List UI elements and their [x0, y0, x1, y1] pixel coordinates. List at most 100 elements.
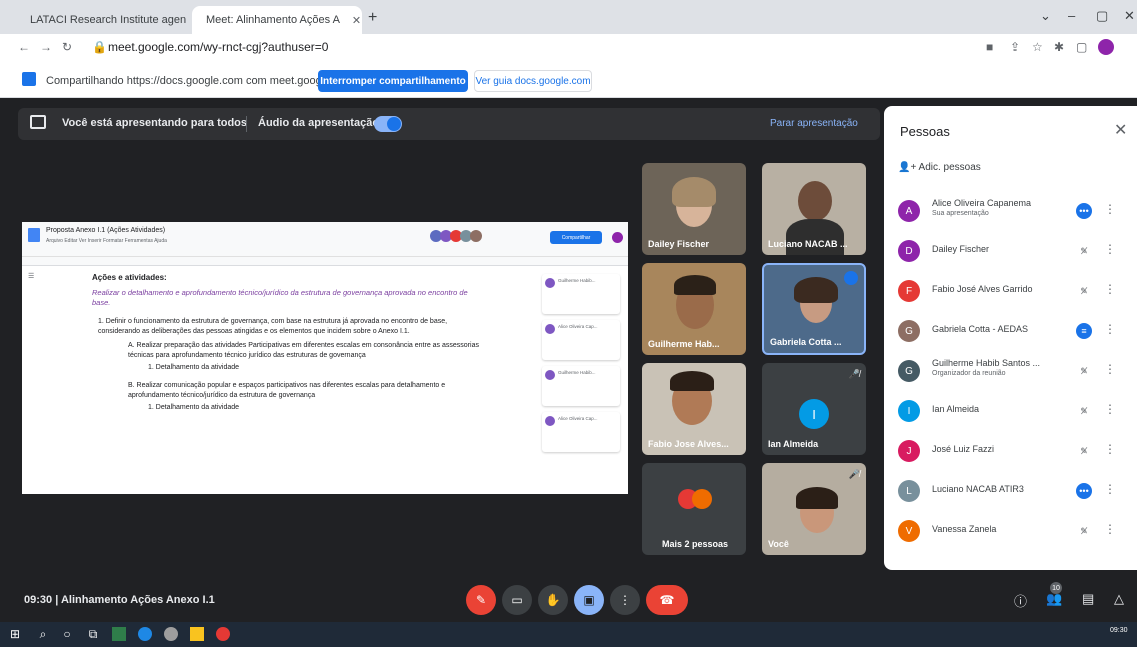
back-icon[interactable]: ←	[18, 40, 30, 54]
participant-row[interactable]: G Guilherme Habib Santos ... Organizador…	[898, 356, 1128, 386]
doc-title: Proposta Anexo I.1 (Ações Atividades)	[46, 227, 166, 234]
raise-hand-button[interactable]: ✋	[538, 585, 568, 615]
doc-comment[interactable]: Guilherme Habib...	[542, 366, 620, 406]
participant-name: Ian Almeida	[932, 404, 980, 414]
chrome-icon[interactable]	[216, 627, 230, 641]
video-tile-dailey[interactable]: Dailey Fischer	[642, 163, 746, 255]
present-screen-icon	[30, 115, 46, 129]
participant-name: Guilherme Habib Santos ...	[932, 358, 1041, 368]
mic-off-icon: 🎤̸	[848, 369, 860, 379]
close-icon[interactable]: ✕	[1114, 120, 1127, 140]
activities-icon[interactable]: △	[1114, 591, 1124, 607]
search-icon[interactable]: ⌕	[36, 627, 50, 641]
more-options-icon[interactable]: ⋮	[1104, 442, 1116, 456]
close-window-icon[interactable]: ✕	[1124, 8, 1135, 24]
tab-search-icon[interactable]: ⌄	[1040, 8, 1051, 24]
participant-row[interactable]: G Gabriela Cotta - AEDAS ≡ ⋮	[898, 316, 1128, 346]
doc-comment[interactable]: Alice Oliveira Cap...	[542, 320, 620, 360]
doc-body: Ações e atividades: Realizar o detalhame…	[92, 272, 482, 413]
browser-tab-lataci[interactable]: LATACI Research Institute agen ✕	[16, 6, 192, 34]
video-tile-gabriela[interactable]: Gabriela Cotta ...	[762, 263, 866, 355]
video-tile-luciano[interactable]: Luciano NACAB ...	[762, 163, 866, 255]
more-options-icon[interactable]: ⋮	[1104, 282, 1116, 296]
avatar: F	[898, 280, 920, 302]
more-status-icon: •••	[1076, 203, 1092, 219]
url-field[interactable]: meet.google.com/wy-rnct-cgj?authuser=0	[108, 40, 328, 54]
video-tile-guilherme[interactable]: Guilherme Hab...	[642, 263, 746, 355]
taskbar-app-icon[interactable]	[138, 627, 152, 641]
presentation-audio-toggle[interactable]	[374, 116, 402, 132]
camera-icon: ▭	[511, 593, 523, 607]
present-icon: ▣	[583, 593, 595, 607]
taskbar-app-icon[interactable]	[112, 627, 126, 641]
taskbar-clock: 09:30	[1110, 627, 1128, 634]
mic-off-icon: 🎤̸	[848, 469, 860, 479]
presenting-status: Você está apresentando para todos	[62, 117, 248, 129]
maximize-icon[interactable]: ▢	[1096, 8, 1108, 24]
doc-collaborator-avatars	[430, 230, 490, 244]
participant-row[interactable]: D Dailey Fischer ✎̸ ⋮	[898, 236, 1128, 266]
participant-count-badge: 10	[1050, 582, 1062, 594]
more-options-icon[interactable]: ⋮	[1104, 202, 1116, 216]
file-explorer-icon[interactable]	[190, 627, 204, 641]
participant-row[interactable]: V Vanessa Zanela ✎̸ ⋮	[898, 516, 1128, 546]
camera-toggle-button[interactable]: ▭	[502, 585, 532, 615]
stop-presenting-button[interactable]: Parar apresentação	[770, 118, 858, 129]
more-options-icon[interactable]: ⋮	[1104, 322, 1116, 336]
new-tab-icon[interactable]: +	[368, 9, 377, 27]
mic-toggle-button[interactable]: ✎	[466, 585, 496, 615]
task-view-icon[interactable]: ⧉	[86, 627, 100, 641]
present-button[interactable]: ▣	[574, 585, 604, 615]
tile-name: Ian Almeida	[768, 439, 819, 449]
video-tile-ian[interactable]: 🎤̸ I Ian Almeida	[762, 363, 866, 455]
bookmark-star-icon[interactable]: ☆	[1032, 40, 1043, 54]
info-icon[interactable]: ⓘ	[1014, 591, 1027, 610]
participant-row[interactable]: J José Luiz Fazzi ✎̸ ⋮	[898, 436, 1128, 466]
cortana-icon[interactable]: ○	[60, 627, 74, 641]
doc-comments: Guilherme Habib... Alice Oliveira Cap...…	[542, 274, 624, 458]
sidebar-icon[interactable]: ▢	[1076, 40, 1087, 54]
doc-item-a1: 1. Detalhamento da atividade	[148, 363, 240, 371]
video-tile-more[interactable]: Mais 2 pessoas	[642, 463, 746, 555]
forward-icon[interactable]: →	[40, 40, 52, 54]
doc-outline-icon[interactable]: ☰	[28, 272, 34, 280]
mic-off-icon: ✎	[475, 593, 487, 607]
more-options-icon[interactable]: ⋮	[1104, 482, 1116, 496]
avatar: L	[898, 480, 920, 502]
extensions-icon[interactable]: ✱	[1054, 40, 1064, 54]
close-tab-icon[interactable]: ✕	[352, 14, 361, 27]
goto-tab-button[interactable]: Ver guia docs.google.com	[474, 70, 592, 92]
start-icon[interactable]: ⊞	[8, 627, 22, 641]
more-options-icon[interactable]: ⋮	[1104, 522, 1116, 536]
taskbar-app-icon[interactable]	[164, 627, 178, 641]
video-tile-fabio[interactable]: Fabio Jose Alves...	[642, 363, 746, 455]
browser-tab-meet[interactable]: Meet: Alinhamento Ações A ✕	[192, 6, 362, 34]
participant-row[interactable]: L Luciano NACAB ATIR3 ••• ⋮	[898, 476, 1128, 506]
participant-row[interactable]: A Alice Oliveira Capanema Sua apresentaç…	[898, 196, 1128, 226]
more-options-button[interactable]: ⋮	[610, 585, 640, 615]
more-options-icon[interactable]: ⋮	[1104, 242, 1116, 256]
chat-icon[interactable]: ▤	[1082, 591, 1094, 607]
avatar: G	[898, 320, 920, 342]
doc-comment[interactable]: Alice Oliveira Cap...	[542, 412, 620, 452]
minimize-icon[interactable]: –	[1068, 8, 1075, 23]
participant-row[interactable]: I Ian Almeida ✎̸ ⋮	[898, 396, 1128, 426]
camera-icon[interactable]: ■	[986, 40, 993, 54]
more-options-icon[interactable]: ⋮	[1104, 402, 1116, 416]
reload-icon[interactable]: ↻	[62, 40, 72, 54]
presented-document: Proposta Anexo I.1 (Ações Atividades) Ar…	[22, 222, 628, 494]
share-icon[interactable]: ⇪	[1010, 40, 1020, 54]
doc-ruler	[22, 256, 628, 266]
doc-share-button[interactable]: Compartilhar	[550, 231, 602, 244]
more-options-icon[interactable]: ⋮	[1104, 362, 1116, 376]
video-tile-self[interactable]: 🎤̸ Você	[762, 463, 866, 555]
leave-call-button[interactable]: ☎	[646, 585, 688, 615]
avatar: D	[898, 240, 920, 262]
profile-avatar[interactable]	[1098, 39, 1114, 55]
participant-row[interactable]: F Fabio José Alves Garrido ✎̸ ⋮	[898, 276, 1128, 306]
add-people-button[interactable]: 👤+ Adic. pessoas	[898, 162, 981, 173]
stop-sharing-button[interactable]: Interromper compartilhamento	[318, 70, 468, 92]
avatar: J	[898, 440, 920, 462]
doc-comment[interactable]: Guilherme Habib...	[542, 274, 620, 314]
hand-icon: ✋	[545, 593, 561, 607]
